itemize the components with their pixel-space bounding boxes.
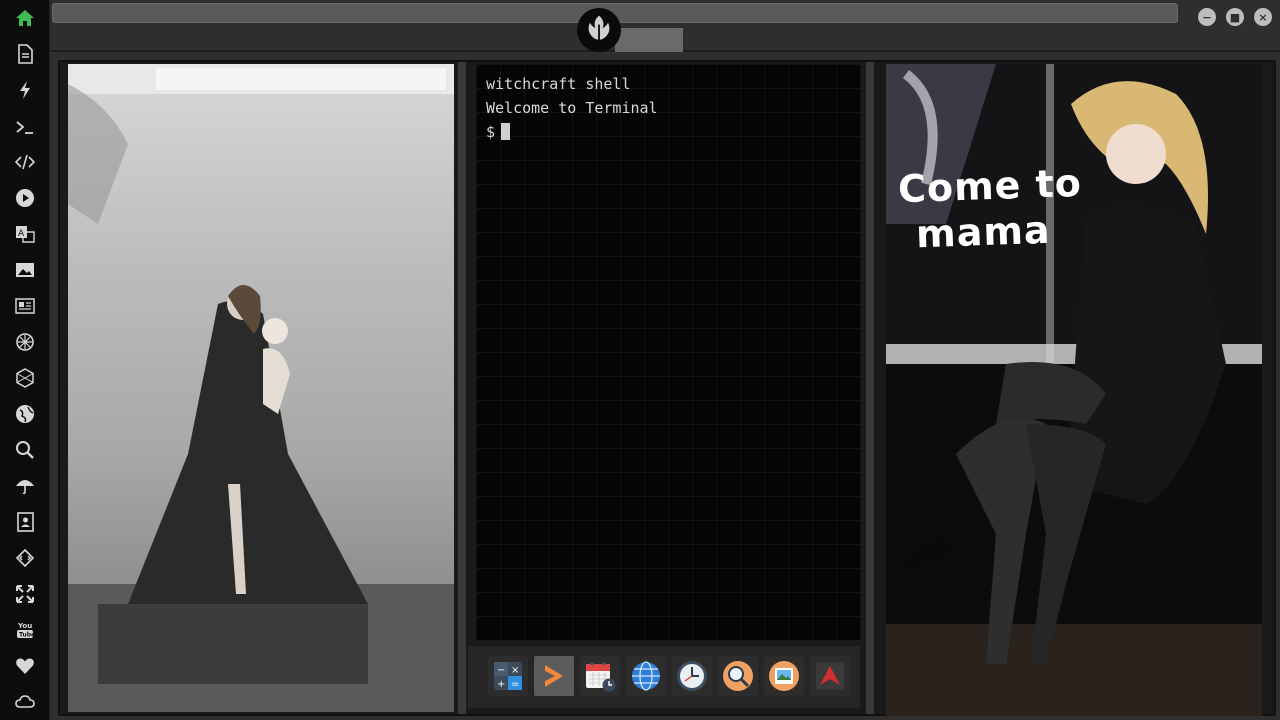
terminal-icon[interactable] [13,115,37,139]
panel-separator [458,62,466,714]
left-wallpaper-image [68,64,454,712]
svg-text:A: A [18,229,25,239]
svg-text:+: + [497,679,505,690]
image-caption-line2: mama [915,207,1052,257]
terminal-window[interactable]: witchcraft shell Welcome to Terminal $ [476,64,861,640]
document-icon[interactable] [13,42,37,66]
logo-tab[interactable] [615,28,683,52]
settings-wheel-icon[interactable] [13,330,37,354]
calendar-icon[interactable] [580,656,620,696]
dev-icon[interactable] [13,546,37,570]
sublime-text-icon[interactable] [534,656,574,696]
clock-icon[interactable] [672,656,712,696]
svg-text:You: You [17,622,32,630]
terminal-prompt-line[interactable]: $ [486,122,851,146]
svg-text:=: = [511,679,519,690]
code-icon[interactable] [13,150,37,174]
play-icon[interactable] [13,186,37,210]
cloud-icon[interactable] [13,690,37,714]
image-caption-line1: Come to [897,160,1083,212]
home-icon[interactable] [13,6,37,30]
top-bar [50,0,1280,52]
close-button[interactable]: × [1254,8,1272,26]
image-icon[interactable] [13,258,37,282]
umbrella-icon[interactable] [13,474,37,498]
right-wallpaper-image: Come to mama [886,64,1262,716]
heart-icon[interactable] [13,654,37,678]
calculator-icon[interactable]: − × + = [488,656,528,696]
svg-text:×: × [511,665,519,676]
search-icon[interactable] [13,438,37,462]
cube-icon[interactable] [13,366,37,390]
youtube-icon[interactable]: You Tube [13,618,37,642]
globe-icon[interactable] [13,402,37,426]
search-magnifier-icon[interactable] [718,656,758,696]
sidebar: A You Tube [0,0,50,720]
text-cursor [501,123,511,140]
lightning-icon[interactable] [13,78,37,102]
translate-icon[interactable]: A [13,222,37,246]
terminal-line: Welcome to Terminal [486,99,658,117]
panel-separator [866,62,874,714]
svg-text:−: − [497,665,505,676]
image-viewer-icon[interactable] [764,656,804,696]
rebel-alliance-logo-icon[interactable] [577,8,621,52]
terminal-line: witchcraft shell [486,75,631,93]
svg-text:Tube: Tube [19,632,35,639]
app-launcher-icon[interactable] [810,656,850,696]
prompt-symbol: $ [486,123,496,141]
maximize-button[interactable]: ■ [1226,8,1244,26]
minimize-button[interactable]: − [1198,8,1216,26]
contacts-icon[interactable] [13,510,37,534]
fullscreen-icon[interactable] [13,582,37,606]
browser-globe-icon[interactable] [626,656,666,696]
news-icon[interactable] [13,294,37,318]
